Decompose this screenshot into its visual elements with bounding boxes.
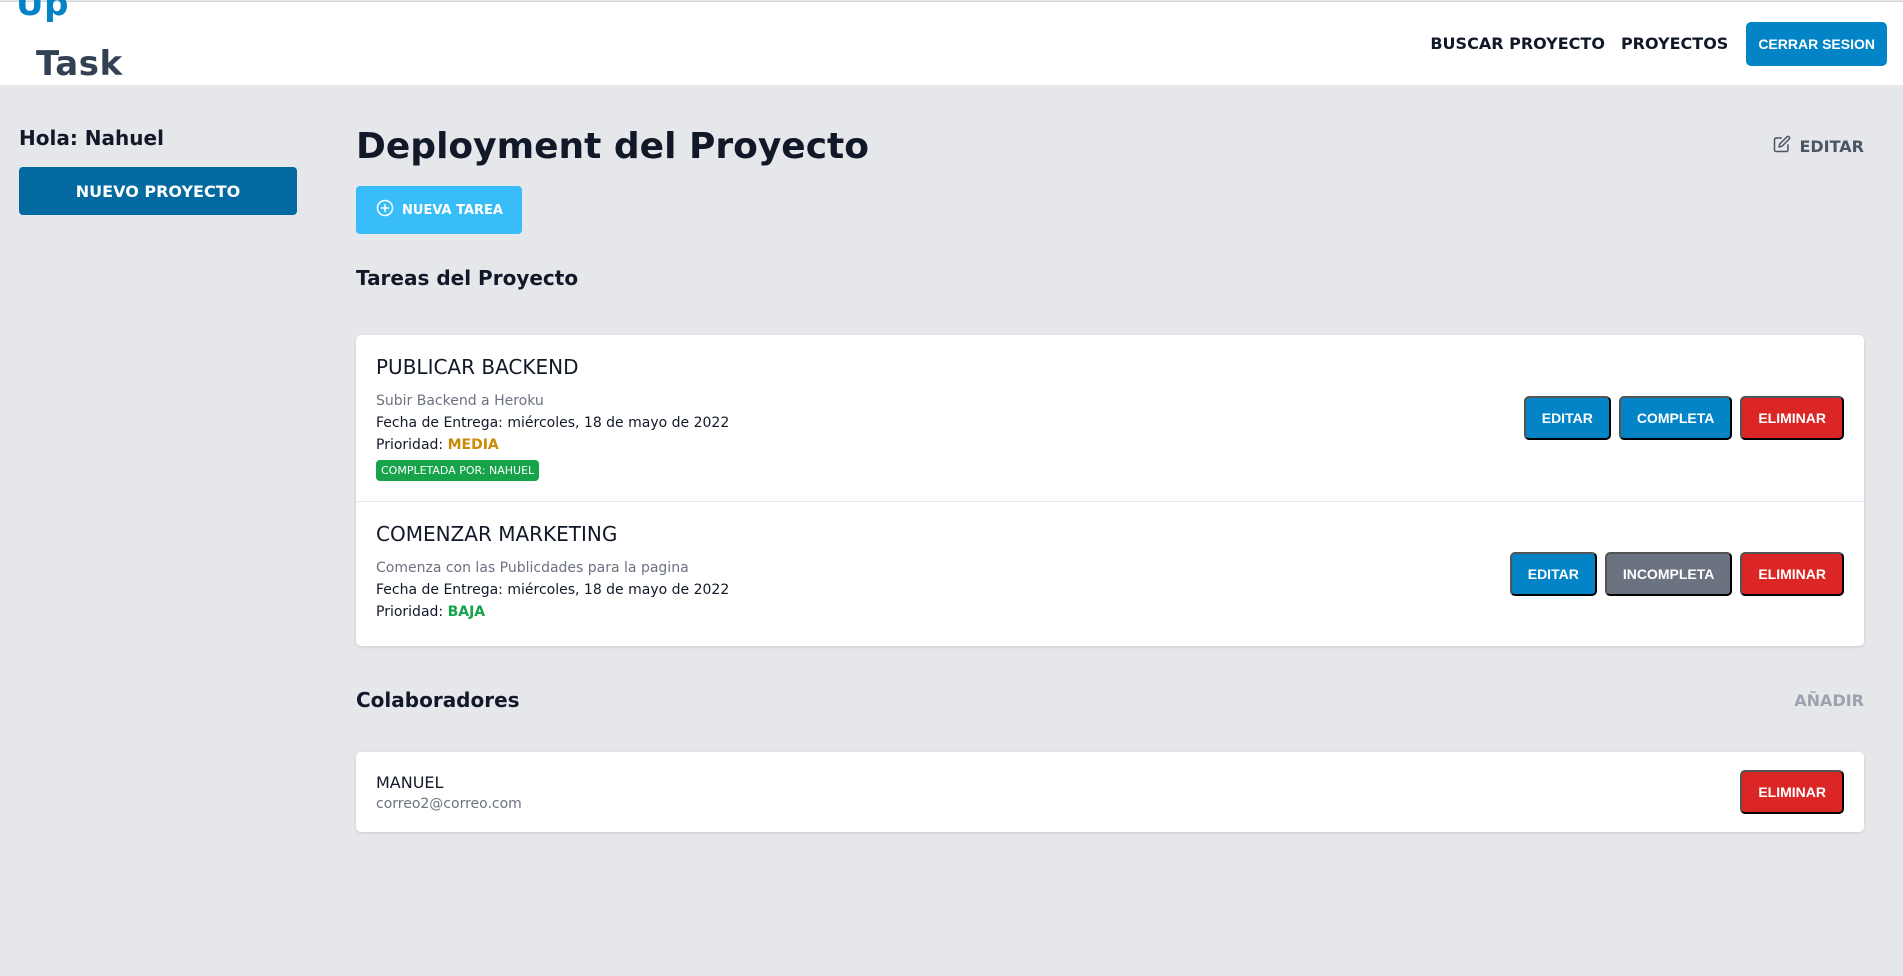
nav-search-project[interactable]: BUSCAR PROYECTO (1430, 34, 1605, 53)
task-priority-label: Prioridad: (376, 604, 448, 620)
task-priority: Prioridad: BAJA (376, 604, 729, 620)
toggle-complete-button[interactable]: COMPLETA (1618, 396, 1733, 440)
collaborators-section-title: Colaboradores (356, 688, 520, 712)
app-logo[interactable]: Up Task (16, 0, 143, 104)
task-due-date-value: miércoles, 18 de mayo de 2022 (507, 582, 730, 598)
task-actions: EDITAR INCOMPLETA ELIMINAR (1509, 552, 1844, 596)
top-header: Up Task BUSCAR PROYECTO PROYECTOS CERRAR … (0, 0, 1903, 85)
logout-button[interactable]: CERRAR SESION (1746, 21, 1887, 66)
task-actions: EDITAR COMPLETA ELIMINAR (1523, 396, 1844, 440)
task-item: PUBLICAR BACKEND Subir Backend a Heroku … (356, 335, 1864, 501)
pencil-square-icon (1773, 135, 1791, 157)
add-collaborator-link[interactable]: AÑADIR (1794, 691, 1864, 710)
new-project-button[interactable]: NUEVO PROYECTO (19, 167, 297, 215)
edit-project-label: EDITAR (1799, 136, 1864, 156)
task-due-date-value: miércoles, 18 de mayo de 2022 (507, 415, 730, 431)
task-due-date: Fecha de Entrega: miércoles, 18 de mayo … (376, 582, 729, 598)
task-priority-value: BAJA (447, 604, 486, 620)
completed-by-badge: COMPLETADA POR: NAHUEL (376, 460, 540, 481)
delete-collaborator-button[interactable]: ELIMINAR (1740, 770, 1844, 814)
task-due-date-label: Fecha de Entrega: (376, 582, 508, 598)
task-description: Comenza con las Publicdades para la pagi… (376, 560, 689, 576)
tasks-section-title: Tareas del Proyecto (356, 266, 579, 290)
delete-task-button[interactable]: ELIMINAR (1740, 396, 1844, 440)
task-priority-label: Prioridad: (376, 437, 448, 453)
task-priority: Prioridad: MEDIA (376, 437, 729, 453)
nav-projects[interactable]: PROYECTOS (1621, 34, 1728, 53)
plus-circle-icon (375, 198, 395, 222)
new-task-button[interactable]: NUEVA TAREA (356, 186, 522, 234)
task-info: PUBLICAR BACKEND Subir Backend a Heroku … (376, 355, 729, 481)
edit-task-button[interactable]: EDITAR (1509, 552, 1597, 596)
edit-task-button[interactable]: EDITAR (1523, 396, 1611, 440)
new-task-label: NUEVA TAREA (402, 202, 503, 218)
logo-task-text: Task (36, 43, 123, 84)
tasks-list: PUBLICAR BACKEND Subir Backend a Heroku … (356, 335, 1864, 646)
task-info: COMENZAR MARKETING Comenza con las Publi… (376, 522, 729, 626)
greeting-text: Hola: Nahuel (19, 126, 164, 150)
top-nav: BUSCAR PROYECTO PROYECTOS CERRAR SESION (1430, 21, 1887, 66)
toggle-complete-button[interactable]: INCOMPLETA (1604, 552, 1733, 596)
edit-project-link[interactable]: EDITAR (1773, 135, 1864, 157)
sidebar: Hola: Nahuel NUEVO PROYECTO (19, 126, 297, 215)
collaborator-item: MANUEL correo2@correo.com ELIMINAR (356, 752, 1864, 832)
title-row: Deployment del Proyecto EDITAR (356, 120, 1864, 172)
collaborator-info: MANUEL correo2@correo.com (376, 773, 522, 812)
collaborator-email: correo2@correo.com (376, 795, 522, 812)
task-priority-value: MEDIA (447, 437, 499, 453)
logo-up-text: Up (16, 0, 69, 24)
task-description: Subir Backend a Heroku (376, 393, 544, 409)
main-content: Deployment del Proyecto EDITAR NUEVA TAR… (356, 120, 1864, 832)
page-title: Deployment del Proyecto (356, 125, 869, 167)
task-name: COMENZAR MARKETING (376, 522, 618, 546)
task-name: PUBLICAR BACKEND (376, 355, 579, 379)
collaborators-header: Colaboradores AÑADIR (356, 688, 1864, 712)
delete-task-button[interactable]: ELIMINAR (1740, 552, 1844, 596)
task-item: COMENZAR MARKETING Comenza con las Publi… (356, 501, 1864, 646)
collaborator-name: MANUEL (376, 772, 444, 792)
task-due-date: Fecha de Entrega: miércoles, 18 de mayo … (376, 415, 729, 431)
task-due-date-label: Fecha de Entrega: (376, 415, 508, 431)
